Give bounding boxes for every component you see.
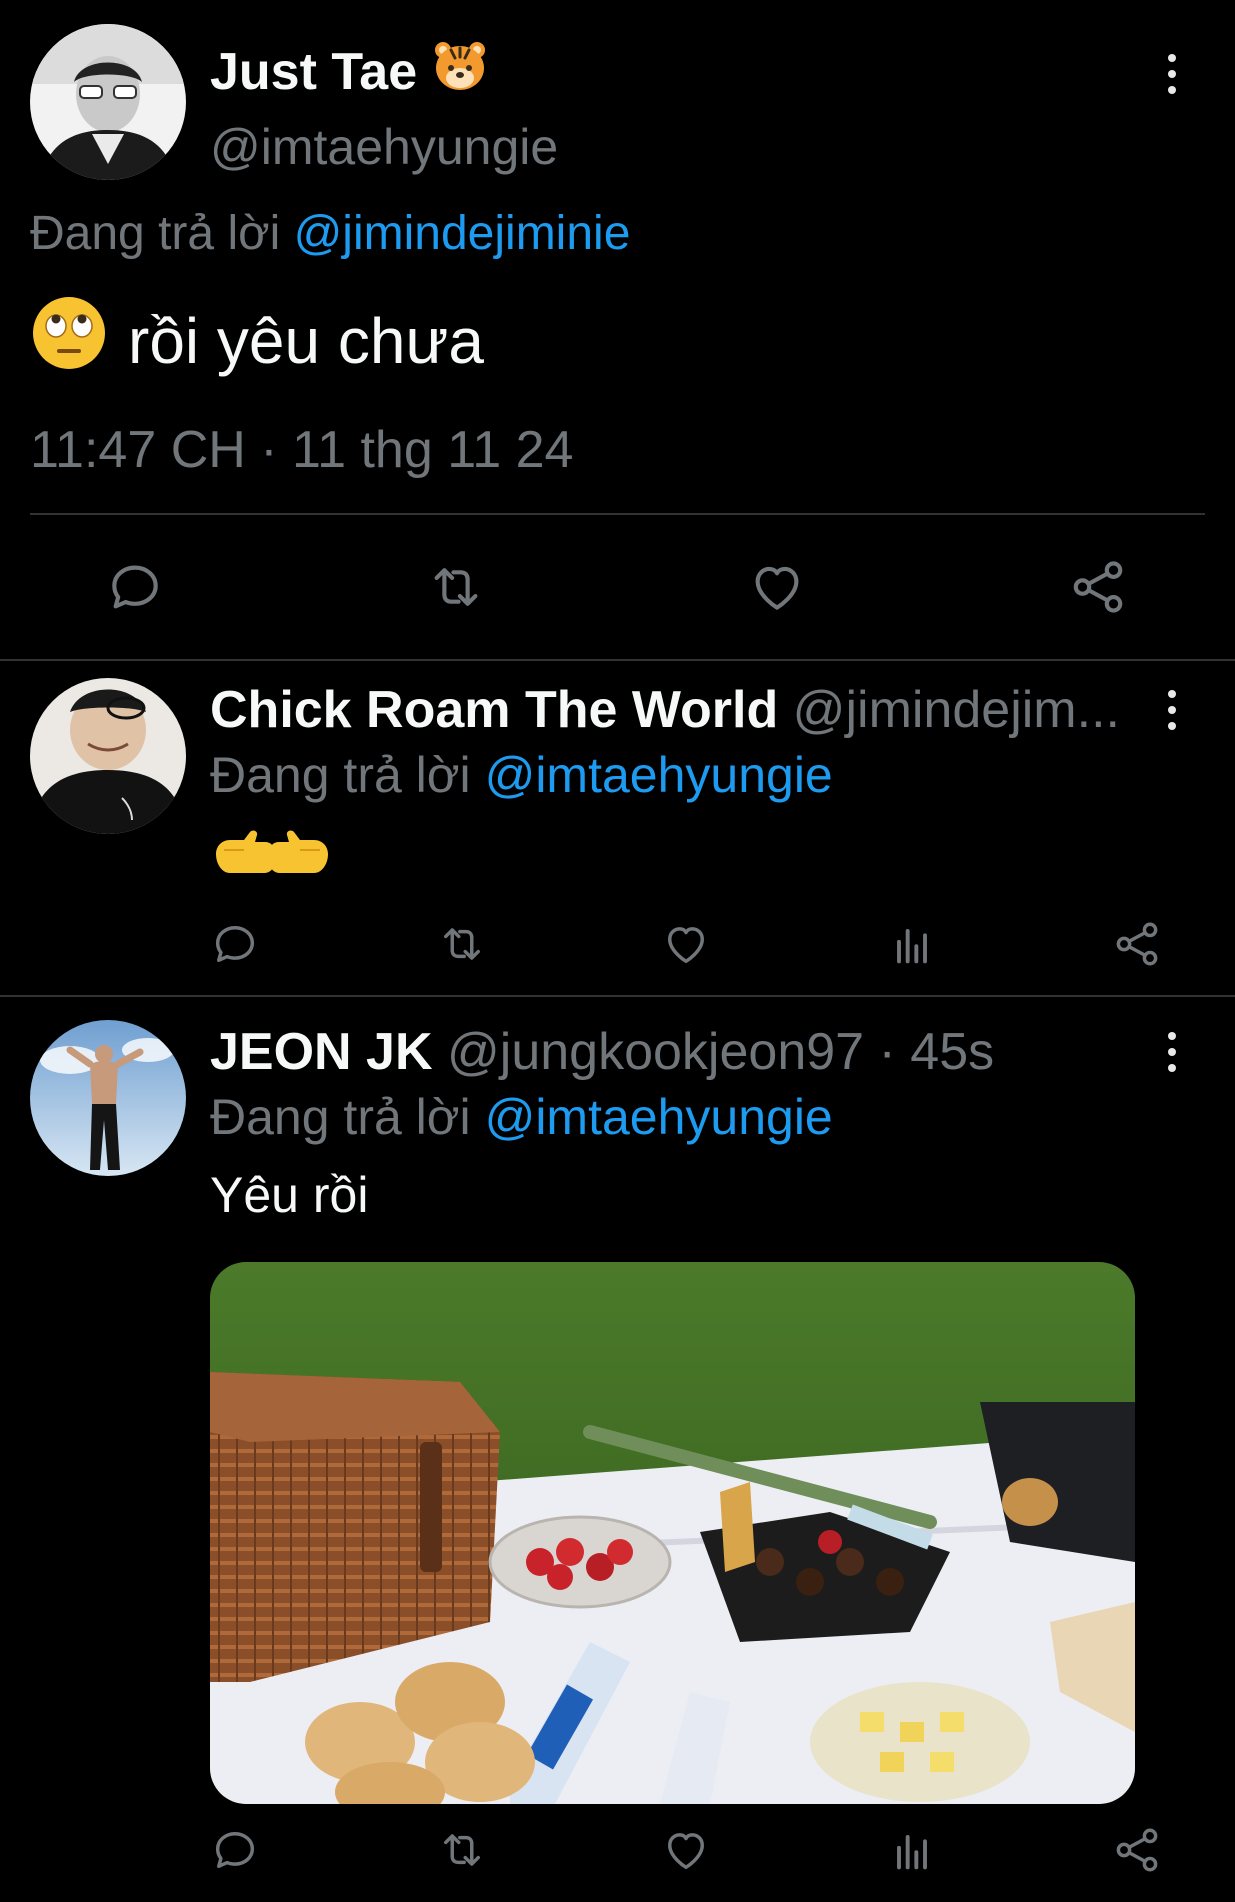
display-name[interactable]: JEON JK (210, 1023, 433, 1081)
reply-header: Chick Roam The World @jimindejim... (210, 680, 1130, 740)
display-name[interactable]: Just Tae (210, 36, 489, 107)
attached-photo[interactable] (210, 1262, 1135, 1804)
replying-to-link[interactable]: @imtaehyungie (485, 1089, 833, 1145)
share-icon[interactable] (1107, 914, 1167, 974)
divider (30, 513, 1205, 515)
handle[interactable]: @jimindejim... (793, 681, 1120, 739)
tweet-text: rồi yêu chưa (30, 294, 484, 387)
share-icon[interactable] (1063, 552, 1133, 622)
avatar[interactable] (30, 678, 186, 834)
like-icon[interactable] (656, 1820, 716, 1880)
retweet-icon[interactable] (432, 914, 492, 974)
retweet-icon[interactable] (421, 552, 491, 622)
reply-icon[interactable] (100, 552, 170, 622)
handle[interactable]: @imtaehyungie (210, 118, 558, 176)
display-name[interactable]: Chick Roam The World (210, 681, 778, 739)
reply-icon[interactable] (205, 1820, 265, 1880)
retweet-icon[interactable] (432, 1820, 492, 1880)
replying-to-line: Đang trả lời @imtaehyungie (210, 747, 833, 803)
like-icon[interactable] (656, 914, 716, 974)
like-icon[interactable] (742, 552, 812, 622)
tweet-actions (0, 1820, 1235, 1880)
replying-to-line: Đang trả lời @jimindejiminie (30, 207, 631, 260)
more-icon[interactable] (1157, 44, 1187, 104)
tiger-emoji-icon (431, 36, 489, 107)
replying-to-link[interactable]: @imtaehyungie (485, 747, 833, 803)
divider (0, 659, 1235, 661)
tweet-text (210, 824, 334, 896)
reply-icon[interactable] (205, 914, 265, 974)
replying-to-line: Đang trả lời @imtaehyungie (210, 1089, 833, 1145)
avatar[interactable] (30, 24, 186, 180)
more-icon[interactable] (1157, 1022, 1187, 1082)
eye-roll-emoji-icon (30, 294, 108, 387)
timestamp[interactable]: 11:47 CH · 11 thg 11 24 (30, 420, 573, 480)
handle[interactable]: @jungkookjeon97 · 45s (447, 1023, 994, 1081)
replying-to-link[interactable]: @jimindejiminie (294, 207, 631, 260)
tweet-actions (0, 914, 1235, 974)
views-icon[interactable] (882, 914, 942, 974)
share-icon[interactable] (1107, 1820, 1167, 1880)
tweet-actions (0, 552, 1235, 622)
main-tweet: Just Tae @imtaehyungie Đang trả lời @jim… (0, 0, 1235, 660)
tweet-text: Yêu rồi (210, 1167, 369, 1223)
divider (0, 995, 1235, 997)
more-icon[interactable] (1157, 680, 1187, 740)
avatar[interactable] (30, 1020, 186, 1176)
views-icon[interactable] (882, 1820, 942, 1880)
reply-header: JEON JK @jungkookjeon97 · 45s (210, 1022, 1130, 1082)
pointing-hands-emoji-icon (210, 830, 334, 895)
